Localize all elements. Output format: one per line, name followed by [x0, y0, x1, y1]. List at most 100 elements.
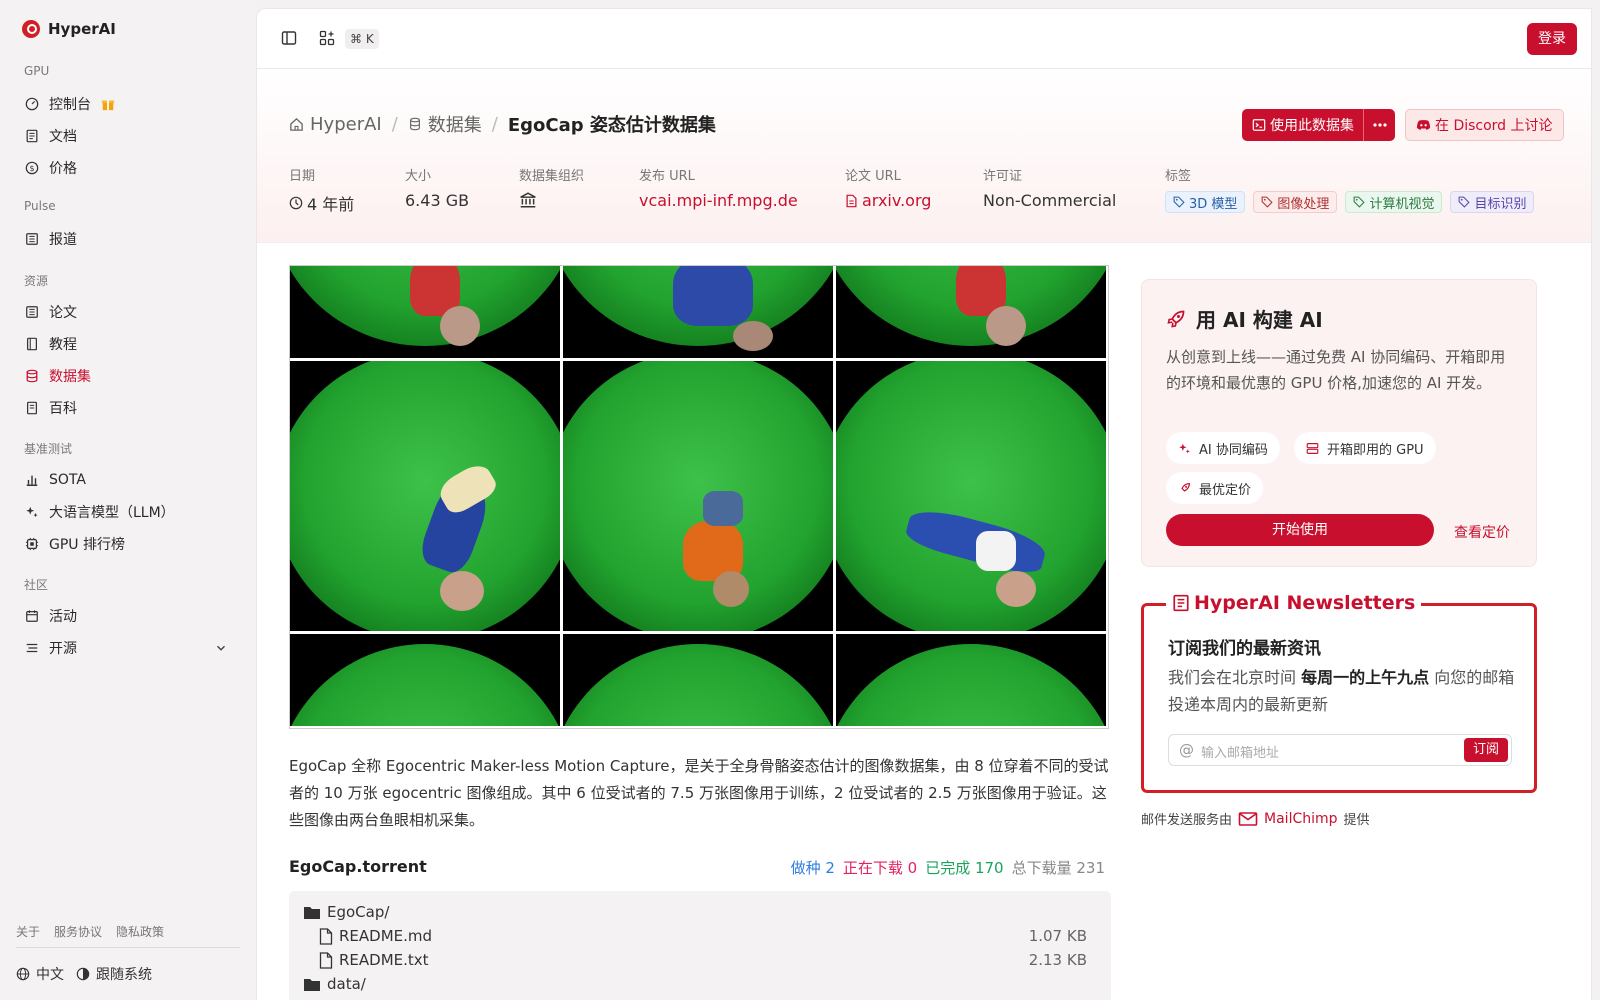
sidebar-item-docs[interactable]: 文档 — [16, 121, 240, 151]
about-link[interactable]: 关于 — [16, 923, 40, 940]
footer-links: 关于 服务协议 隐私政策 — [16, 923, 164, 940]
theme-selector[interactable]: 跟随系统 — [96, 964, 152, 984]
breadcrumb-separator: / — [391, 113, 398, 135]
search-shortcut[interactable]: ⌘ K — [345, 29, 379, 49]
newsletter-heading: 订阅我们的最新资讯 — [1168, 639, 1321, 659]
newsletter-text-pre: 我们会在北京时间 — [1168, 668, 1302, 687]
section-community: 社区 — [24, 578, 49, 592]
subscribe-button[interactable]: 订阅 — [1463, 738, 1508, 762]
bar-chart-icon — [26, 475, 38, 486]
file-name: README.txt — [339, 951, 429, 969]
chevron-down-icon[interactable] — [214, 641, 228, 655]
dataset-preview-image — [289, 265, 1109, 729]
tag[interactable]: 图像处理 — [1253, 191, 1338, 213]
terminal-icon — [1252, 119, 1266, 131]
torrent-name: EgoCap.torrent — [289, 857, 427, 876]
newsletter-schedule: 每周一的上午九点 — [1301, 668, 1430, 687]
newsletter-text: 我们会在北京时间 每周一的上午九点 向您的邮箱投递本周内的最新更新 — [1168, 664, 1518, 718]
preview-tile — [563, 361, 833, 631]
sidebar: HyperAI GPU 控制台 文档 $ 价格 Pulse 报道 资源 论文 教… — [0, 0, 256, 1000]
breadcrumb-home[interactable]: HyperAI — [310, 114, 382, 135]
view-pricing-link[interactable]: 查看定价 — [1454, 522, 1510, 542]
file-row[interactable]: README.txt 2.13 KB — [319, 951, 1099, 969]
feature-chip-label: 开箱即用的 GPU — [1327, 442, 1424, 458]
sidebar-item-console[interactable]: 控制台 — [16, 89, 240, 119]
apps-icon[interactable] — [319, 30, 335, 46]
section-benchmark: 基准测试 — [24, 442, 73, 456]
sidebar-item-news[interactable]: 报道 — [16, 224, 240, 254]
institution-icon[interactable] — [519, 191, 537, 209]
sidebar-item-llm[interactable]: 大语言模型（LLM） — [16, 497, 240, 527]
sidebar-item-label: 文档 — [49, 129, 77, 145]
build-ai-description: 从创意到上线——通过免费 AI 协同编码、开箱即用的环境和最优惠的 GPU 价格… — [1166, 348, 1506, 392]
dollar-circle-icon: $ — [25, 161, 39, 175]
meta-date: 日期 4 年前 — [289, 165, 354, 215]
terms-link[interactable]: 服务协议 — [54, 923, 102, 940]
sidebar-item-wiki[interactable]: 百科 — [16, 393, 240, 423]
privacy-link[interactable]: 隐私政策 — [116, 923, 164, 940]
file-row[interactable]: README.md 1.07 KB — [319, 927, 1099, 945]
sidebar-item-events[interactable]: 活动 — [16, 601, 240, 631]
email-field[interactable]: @ 输入邮箱地址 订阅 — [1168, 734, 1512, 766]
top-bar: ⌘ K 登录 — [257, 9, 1591, 69]
tag-list: 3D 模型 图像处理 计算机视觉 目标识别 — [1165, 191, 1535, 213]
sidebar-item-sota[interactable]: SOTA — [16, 465, 240, 495]
tag[interactable]: 目标识别 — [1450, 191, 1535, 213]
meta-license: 许可证 Non-Commercial — [983, 165, 1116, 210]
discord-discuss-button[interactable]: 在 Discord 上讨论 — [1405, 109, 1564, 141]
paper-url-text: arxiv.org — [862, 191, 932, 210]
meta-tags: 标签 3D 模型 图像处理 计算机视觉 目标识别 — [1165, 165, 1535, 213]
paper-icon — [26, 306, 38, 318]
preview-tile — [563, 634, 833, 726]
brand-logo[interactable]: HyperAI — [22, 20, 116, 38]
section-resources: 资源 — [24, 274, 49, 288]
paper-url-link[interactable]: arxiv.org — [845, 191, 931, 210]
tag-icon — [1354, 196, 1366, 208]
mail-provider-pre: 邮件发送服务由 — [1141, 813, 1233, 828]
sidebar-item-gpu-rank[interactable]: GPU 排行榜 — [16, 529, 240, 559]
login-button[interactable]: 登录 — [1527, 23, 1577, 55]
mailchimp-link[interactable]: MailChimp — [1264, 811, 1338, 827]
language-selector[interactable]: 中文 — [36, 964, 64, 984]
meta-size-value: 6.43 GB — [405, 191, 470, 210]
sidebar-item-papers[interactable]: 论文 — [16, 297, 240, 327]
newsletter-box: HyperAI Newsletters 订阅我们的最新资讯 我们会在北京时间 每… — [1141, 592, 1537, 793]
home-icon — [290, 117, 303, 131]
meta-paper-label: 论文 URL — [845, 169, 901, 184]
sidebar-item-label: 控制台 — [49, 97, 91, 113]
tag-icon — [1173, 196, 1185, 208]
file-name: EgoCap/ — [327, 903, 390, 921]
file-row[interactable]: EgoCap/ — [303, 903, 389, 921]
tag-icon — [1459, 196, 1471, 208]
sidebar-item-pricing[interactable]: $ 价格 — [16, 153, 240, 183]
build-ai-heading: 用 AI 构建 AI — [1196, 308, 1323, 332]
use-dataset-button[interactable]: 使用此数据集 — [1242, 109, 1364, 141]
sidebar-toggle-icon[interactable] — [281, 30, 297, 46]
file-icon — [319, 927, 333, 945]
sidebar-item-opensource[interactable]: 开源 — [16, 633, 240, 663]
discord-label: 在 Discord 上讨论 — [1435, 118, 1553, 134]
newsletter-title: HyperAI Newsletters — [1166, 592, 1422, 614]
footer-settings: 中文 跟随系统 — [16, 964, 152, 984]
sidebar-item-tutorials[interactable]: 教程 — [16, 329, 240, 359]
more-options-button[interactable] — [1363, 109, 1395, 141]
file-row[interactable]: data/ — [303, 975, 366, 993]
tag[interactable]: 3D 模型 — [1165, 191, 1246, 213]
tag-label: 3D 模型 — [1189, 196, 1238, 212]
tag[interactable]: 计算机视觉 — [1345, 191, 1443, 213]
file-size: 1.07 KB — [1028, 927, 1087, 945]
release-url-link[interactable]: vcai.mpi-inf.mpg.de — [639, 191, 798, 210]
sidebar-item-label: 数据集 — [49, 369, 91, 385]
dataset-header: HyperAI / 数据集 / EgoCap 姿态估计数据集 使用此数据集 在 … — [257, 69, 1591, 243]
breadcrumb-datasets[interactable]: 数据集 — [428, 111, 482, 137]
feature-chip: AI 协同编码 — [1166, 432, 1280, 464]
dataset-description: EgoCap 全称 Egocentric Maker-less Motion C… — [289, 757, 1109, 829]
sidebar-item-datasets[interactable]: 数据集 — [16, 361, 240, 391]
get-started-button[interactable]: 开始使用 — [1166, 514, 1434, 546]
file-tree: EgoCap/ README.md 1.07 KB README.txt 2.1… — [289, 891, 1111, 1000]
footer-divider — [16, 947, 240, 948]
wiki-book-icon — [27, 401, 37, 415]
preview-tile — [290, 634, 560, 726]
preview-tile — [290, 361, 560, 631]
meta-org-label: 数据集组织 — [519, 169, 585, 184]
